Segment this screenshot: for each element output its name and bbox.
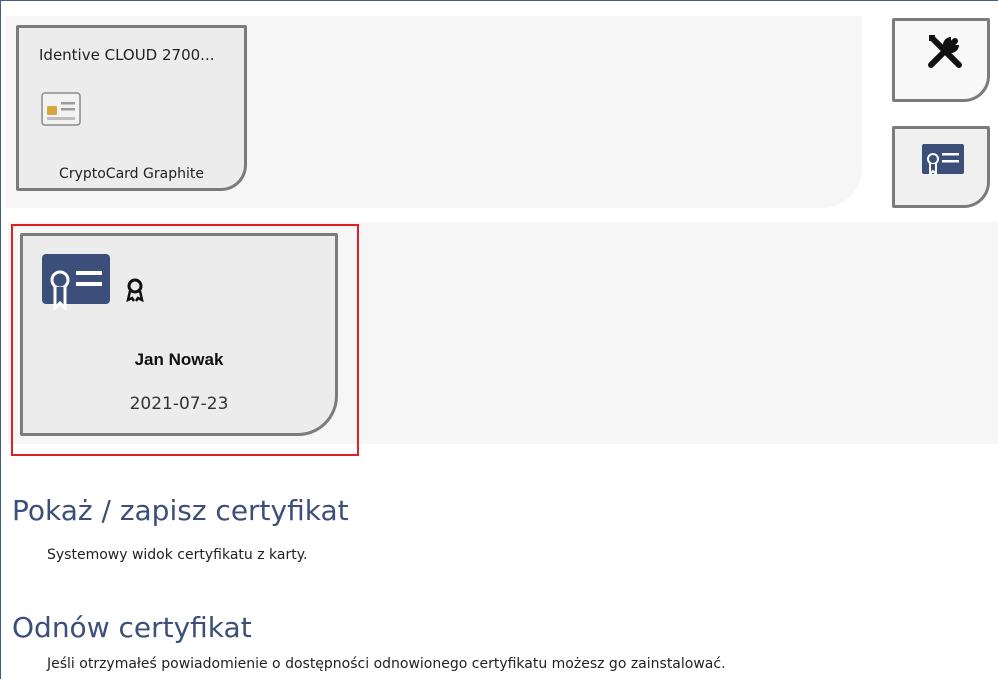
smart-card-icon [41,92,81,131]
tools-button[interactable] [892,18,990,102]
certificate-icon [42,254,110,315]
certificate-date: 2021-07-23 [129,394,229,414]
card-type-label: CryptoCard Graphite [59,166,204,182]
certificates-button[interactable] [892,126,990,208]
certificate-icon [922,144,964,177]
renew-certificate-link[interactable]: Odnów certyfikat [12,611,252,644]
certificate-owner: Jan Nowak [134,350,224,369]
reader-card-tile[interactable]: Identive CLOUD 2700... CryptoCard Graphi… [16,25,247,191]
window-border-top [0,0,998,1]
reader-name: Identive CLOUD 2700... [39,46,215,64]
show-save-certificate-description: Systemowy widok certyfikatu z karty. [47,547,308,563]
show-save-certificate-link[interactable]: Pokaż / zapisz certyfikat [12,494,349,527]
window-border-left [0,0,1,679]
certificate-tile[interactable]: Jan Nowak 2021-07-23 [20,233,338,436]
tools-icon [928,35,962,68]
renew-certificate-description: Jeśli otrzymałeś powiadomienie o dostępn… [47,656,726,672]
certificate-badge-icon [125,278,145,307]
